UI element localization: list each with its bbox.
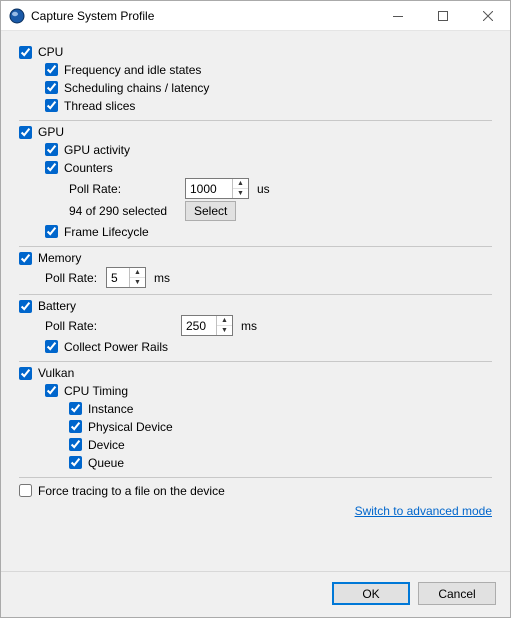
dialog-content: CPU Frequency and idle states Scheduling…	[1, 31, 510, 571]
checkbox-vk-device[interactable]: Device	[69, 438, 125, 452]
divider	[19, 120, 492, 121]
memory-poll-input[interactable]	[107, 268, 129, 287]
checkbox-cpu-timing[interactable]: CPU Timing	[45, 384, 128, 398]
select-counters-button[interactable]: Select	[185, 201, 236, 221]
ok-button[interactable]: OK	[332, 582, 410, 605]
checkbox-battery-label: Battery	[38, 299, 76, 313]
checkbox-sched-chains[interactable]: Scheduling chains / latency	[45, 81, 209, 95]
section-cpu: CPU Frequency and idle states Scheduling…	[19, 45, 492, 114]
battery-poll-input[interactable]	[182, 316, 216, 335]
battery-poll-spinner[interactable]: ▲▼	[181, 315, 233, 336]
gpu-counters-selected: 94 of 290 selected	[69, 204, 179, 218]
checkbox-vk-instance[interactable]: Instance	[69, 402, 133, 416]
app-icon	[9, 8, 25, 24]
section-gpu: GPU GPU activity Counters Poll Rate: ▲▼ …	[19, 125, 492, 240]
section-vulkan: Vulkan CPU Timing Instance Physical Devi…	[19, 366, 492, 471]
checkbox-cpu-label: CPU	[38, 45, 63, 59]
gpu-poll-label: Poll Rate:	[69, 182, 179, 196]
checkbox-thread-slices[interactable]: Thread slices	[45, 99, 135, 113]
battery-poll-label: Poll Rate:	[45, 319, 175, 333]
gpu-poll-unit: us	[257, 182, 270, 196]
checkbox-power-rails[interactable]: Collect Power Rails	[45, 340, 168, 354]
maximize-button[interactable]	[420, 1, 465, 31]
divider	[19, 477, 492, 478]
checkbox-frame-lifecycle[interactable]: Frame Lifecycle	[45, 225, 149, 239]
checkbox-gpu-counters[interactable]: Counters	[45, 161, 113, 175]
checkbox-gpu-activity[interactable]: GPU activity	[45, 143, 130, 157]
gpu-poll-spinner[interactable]: ▲▼	[185, 178, 249, 199]
checkbox-vulkan[interactable]: Vulkan	[19, 366, 74, 380]
divider	[19, 361, 492, 362]
checkbox-battery[interactable]: Battery	[19, 299, 76, 313]
checkbox-vk-queue[interactable]: Queue	[69, 456, 124, 470]
checkbox-freq-idle[interactable]: Frequency and idle states	[45, 63, 201, 77]
battery-poll-unit: ms	[241, 319, 257, 333]
spinner-up-icon[interactable]: ▲	[233, 179, 248, 189]
memory-poll-unit: ms	[154, 271, 170, 285]
cancel-button[interactable]: Cancel	[418, 582, 496, 605]
checkbox-memory-label: Memory	[38, 251, 81, 265]
checkbox-gpu[interactable]: GPU	[19, 125, 64, 139]
checkbox-force-tracing[interactable]: Force tracing to a file on the device	[19, 484, 225, 498]
checkbox-cpu[interactable]: CPU	[19, 45, 63, 59]
memory-poll-label: Poll Rate:	[45, 271, 100, 285]
spinner-up-icon[interactable]: ▲	[130, 268, 145, 278]
checkbox-memory[interactable]: Memory	[19, 251, 81, 265]
section-memory: Memory Poll Rate: ▲▼ ms	[19, 251, 492, 288]
memory-poll-spinner[interactable]: ▲▼	[106, 267, 146, 288]
divider	[19, 246, 492, 247]
section-battery: Battery Poll Rate: ▲▼ ms Collect Power R…	[19, 299, 492, 355]
spinner-down-icon[interactable]: ▼	[233, 189, 248, 198]
checkbox-gpu-label: GPU	[38, 125, 64, 139]
minimize-button[interactable]	[375, 1, 420, 31]
gpu-poll-input[interactable]	[186, 179, 232, 198]
spinner-up-icon[interactable]: ▲	[217, 316, 232, 326]
titlebar: Capture System Profile	[1, 1, 510, 31]
window-title: Capture System Profile	[31, 9, 375, 23]
close-button[interactable]	[465, 1, 510, 31]
spinner-down-icon[interactable]: ▼	[130, 278, 145, 287]
advanced-mode-link[interactable]: Switch to advanced mode	[355, 504, 492, 518]
checkbox-cpu-input[interactable]	[19, 46, 32, 59]
divider	[19, 294, 492, 295]
checkbox-vulkan-label: Vulkan	[38, 366, 74, 380]
checkbox-vk-physical-device[interactable]: Physical Device	[69, 420, 173, 434]
spinner-down-icon[interactable]: ▼	[217, 326, 232, 335]
dialog-footer: OK Cancel	[1, 571, 510, 617]
